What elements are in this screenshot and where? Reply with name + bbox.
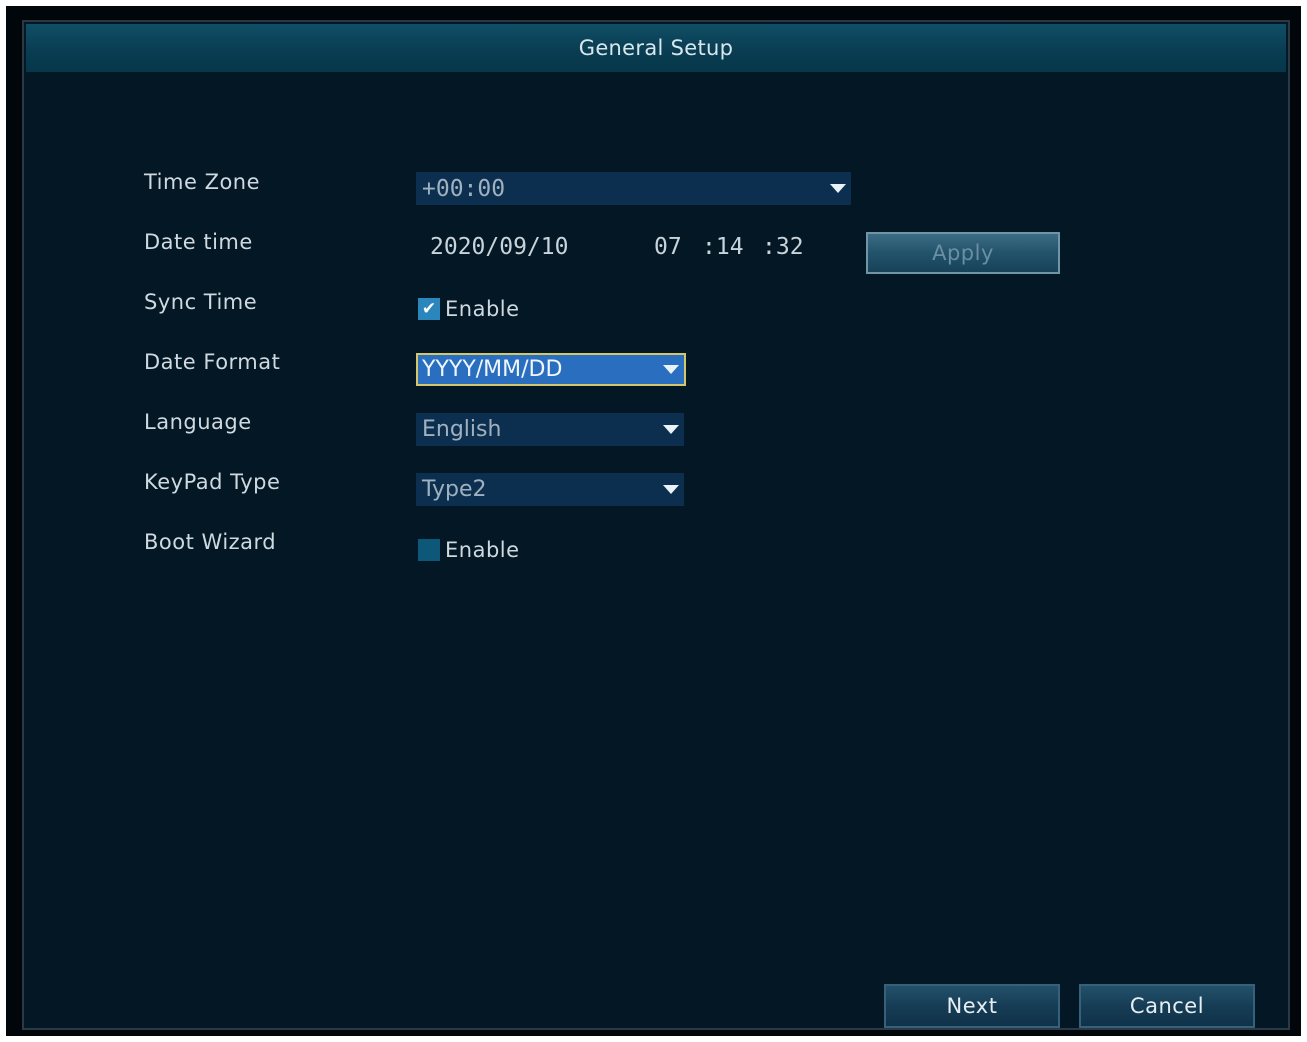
date-format-select[interactable]: YYYY/MM/DD — [416, 353, 686, 386]
date-field[interactable]: 2020/09/10 — [430, 234, 568, 260]
window-title: General Setup — [578, 36, 734, 60]
time-zone-select[interactable]: +00:00 — [416, 172, 851, 205]
general-setup-window: General Setup Time Zone +00:00 Date time… — [22, 20, 1290, 1030]
keypad-type-label: KeyPad Type — [144, 470, 281, 494]
cancel-button[interactable]: Cancel — [1079, 984, 1255, 1028]
date-format-label: Date Format — [144, 350, 281, 374]
keypad-type-dropdown-button[interactable] — [658, 473, 684, 506]
time-zone-dropdown-button[interactable] — [825, 172, 851, 205]
title-bar: General Setup — [26, 24, 1286, 72]
date-time-label: Date time — [144, 230, 253, 254]
triangle-down-icon — [663, 365, 679, 374]
sync-time-checkbox-row[interactable]: ✔ Enable — [418, 297, 520, 321]
date-format-value: YYYY/MM/DD — [422, 357, 563, 382]
keypad-type-value: Type2 — [422, 477, 487, 502]
language-value: English — [422, 417, 502, 442]
language-dropdown-button[interactable] — [658, 413, 684, 446]
hour-field[interactable]: 07 — [654, 234, 682, 260]
date-format-dropdown-button[interactable] — [658, 355, 684, 384]
keypad-type-select[interactable]: Type2 — [416, 473, 684, 506]
sync-time-enable-label: Enable — [445, 297, 520, 321]
time-zone-value: +00:00 — [422, 175, 506, 202]
language-select[interactable]: English — [416, 413, 684, 446]
boot-wizard-enable-label: Enable — [445, 538, 520, 562]
boot-wizard-label: Boot Wizard — [144, 530, 277, 554]
language-label: Language — [144, 410, 252, 434]
time-zone-label: Time Zone — [144, 170, 261, 194]
triangle-down-icon — [663, 485, 679, 494]
check-icon: ✔ — [421, 298, 437, 319]
boot-wizard-checkbox-row[interactable]: Enable — [418, 538, 520, 562]
boot-wizard-checkbox[interactable] — [418, 539, 440, 561]
next-button[interactable]: Next — [884, 984, 1060, 1028]
screen-frame: General Setup Time Zone +00:00 Date time… — [6, 6, 1301, 1036]
triangle-down-icon — [663, 425, 679, 434]
triangle-down-icon — [830, 184, 846, 193]
apply-button[interactable]: Apply — [866, 232, 1060, 274]
sync-time-label: Sync Time — [144, 290, 258, 314]
sync-time-checkbox[interactable]: ✔ — [418, 298, 440, 320]
second-field[interactable]: :32 — [762, 234, 804, 260]
minute-field[interactable]: :14 — [702, 234, 744, 260]
